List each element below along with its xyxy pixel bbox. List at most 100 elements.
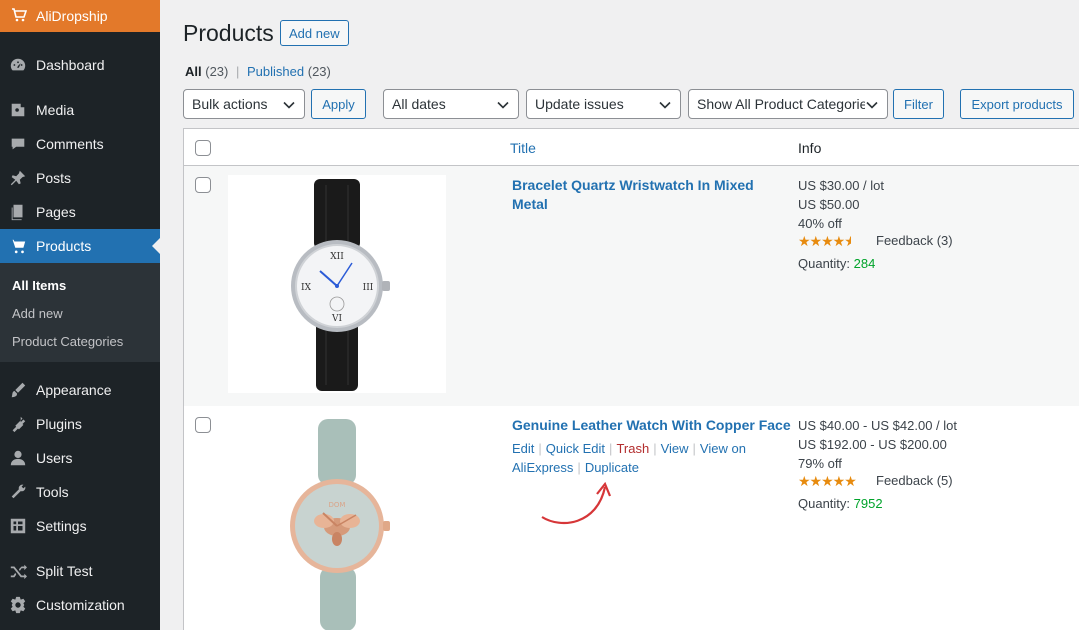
sidebar-item-label: Plugins [36, 416, 82, 432]
sidebar-item-label: Tools [36, 484, 69, 500]
column-info-header: Info [798, 140, 822, 156]
filter-button[interactable]: Filter [893, 89, 944, 119]
category-filter-select[interactable]: Show All Product Categories [688, 89, 888, 119]
action-separator: | [609, 441, 613, 456]
export-products-button[interactable]: Export products [960, 89, 1074, 119]
status-views: All (23) | Published (23) [185, 64, 331, 79]
sidebar-item-label: Users [36, 450, 73, 466]
sidebar-item-label: Appearance [36, 382, 112, 398]
sidebar-item-comments[interactable]: Comments [0, 127, 160, 161]
product-quantity: Quantity: 284 [798, 254, 875, 273]
row-actions: Edit | Quick Edit | Trash | View | View on AliEx… [512, 439, 746, 477]
apply-button[interactable]: Apply [311, 89, 366, 119]
sidebar-item-label: Customization [36, 597, 125, 613]
product-discount: 79% off [798, 456, 842, 471]
main-content: Products Add new All (23) | Published (2… [160, 0, 1079, 630]
svg-text:III: III [363, 283, 374, 293]
chevron-down-icon [659, 101, 671, 109]
gear-icon [8, 595, 28, 615]
sidebar-item-label: Split Test [36, 563, 93, 579]
update-issues-select[interactable]: Update issues [526, 89, 681, 119]
comments-icon [8, 134, 28, 154]
sidebar-item-posts[interactable]: Posts [0, 161, 160, 195]
product-feedback: Feedback (5) [876, 473, 953, 488]
cart-icon [8, 236, 28, 256]
row-checkbox[interactable] [195, 417, 211, 433]
bulk-actions-value: Bulk actions [192, 96, 268, 112]
row-checkbox[interactable] [195, 177, 211, 193]
sidebar-item-label: Comments [36, 136, 104, 152]
sidebar-item-settings[interactable]: Settings [0, 509, 160, 543]
column-title-header[interactable]: Title [510, 140, 536, 156]
posts-icon [8, 168, 28, 188]
sidebar-item-media[interactable]: Media [0, 93, 160, 127]
product-price: US $30.00 / lot [798, 178, 884, 193]
sidebar-item-users[interactable]: Users [0, 441, 160, 475]
action-separator: | [538, 441, 542, 456]
add-new-button[interactable]: Add new [280, 20, 349, 46]
watch-image: XII III VI IX [291, 179, 390, 391]
sidebar-item-label: Settings [36, 518, 87, 534]
edit-link[interactable]: Edit [512, 441, 534, 456]
table-row: XII III VI IX Bracelet Quartz Wristwatch… [184, 166, 1079, 406]
view-link[interactable]: View [661, 441, 689, 456]
product-quantity: Quantity: 7952 [798, 494, 883, 513]
action-separator: | [692, 441, 696, 456]
wrench-icon [8, 482, 28, 502]
submenu-all-items[interactable]: All Items [0, 271, 160, 299]
update-issues-value: Update issues [535, 96, 624, 112]
select-all-checkbox[interactable] [195, 140, 211, 156]
chevron-down-icon [497, 101, 509, 109]
plugin-icon [8, 414, 28, 434]
sidebar-item-label: Media [36, 102, 75, 118]
svg-text:VI: VI [331, 314, 342, 324]
brand-menu-item[interactable]: AliDropship [0, 0, 160, 32]
dashboard-icon [8, 55, 28, 75]
admin-sidebar: AliDropship Dashboard Media Comments Pos… [0, 0, 160, 630]
product-feedback: Feedback (3) [876, 233, 953, 248]
sidebar-item-plugins[interactable]: Plugins [0, 407, 160, 441]
product-title-link[interactable]: Genuine Leather Watch With Copper Face [512, 416, 791, 435]
sidebar-item-pages[interactable]: Pages [0, 195, 160, 229]
sidebar-item-dashboard[interactable]: Dashboard [0, 48, 160, 82]
sidebar-item-tools[interactable]: Tools [0, 475, 160, 509]
bulk-actions-select[interactable]: Bulk actions [183, 89, 305, 119]
quick-edit-link[interactable]: Quick Edit [546, 441, 605, 456]
table-header: Title Info [184, 129, 1079, 166]
view-all-link[interactable]: All [185, 64, 202, 79]
view-published-link[interactable]: Published [247, 64, 304, 79]
cart-icon [10, 7, 28, 25]
quantity-value: 284 [853, 256, 876, 271]
trash-link[interactable]: Trash [616, 441, 649, 456]
product-title-link[interactable]: Bracelet Quartz Wristwatch In Mixed Meta… [512, 176, 754, 214]
sidebar-item-label: Posts [36, 170, 72, 186]
view-on-link[interactable]: View on [700, 441, 746, 456]
action-separator: | [653, 441, 657, 456]
aliexpress-link[interactable]: AliExpress [512, 460, 573, 475]
settings-icon [8, 516, 28, 536]
submenu-add-new[interactable]: Add new [0, 299, 160, 327]
sidebar-item-customization[interactable]: Customization [0, 588, 160, 622]
date-filter-value: All dates [392, 96, 446, 112]
brush-icon [8, 380, 28, 400]
products-submenu: All Items Add new Product Categories [0, 263, 160, 362]
sidebar-item-products[interactable]: Products [0, 229, 160, 263]
rating-stars: ★★★★★ [798, 233, 852, 249]
table-row: DOM Genuine Leather Watch With Copper Fa… [184, 406, 1079, 630]
page-title: Products [183, 20, 274, 46]
action-separator: | [577, 460, 581, 475]
product-thumbnail[interactable]: XII III VI IX [228, 175, 446, 393]
svg-text:DOM: DOM [329, 501, 346, 509]
shuffle-icon [8, 561, 28, 581]
sidebar-item-appearance[interactable]: Appearance [0, 373, 160, 407]
sidebar-item-split-test[interactable]: Split Test [0, 554, 160, 588]
media-icon [8, 100, 28, 120]
view-published-count: (23) [307, 64, 331, 79]
submenu-product-categories[interactable]: Product Categories [0, 327, 160, 355]
product-thumbnail[interactable]: DOM [228, 415, 446, 630]
chevron-down-icon [283, 101, 295, 109]
products-table: Title Info XII III VI IX Bracelet Quartz… [183, 128, 1079, 630]
quantity-label: Quantity: [798, 496, 851, 511]
date-filter-select[interactable]: All dates [383, 89, 519, 119]
duplicate-link[interactable]: Duplicate [585, 460, 639, 475]
